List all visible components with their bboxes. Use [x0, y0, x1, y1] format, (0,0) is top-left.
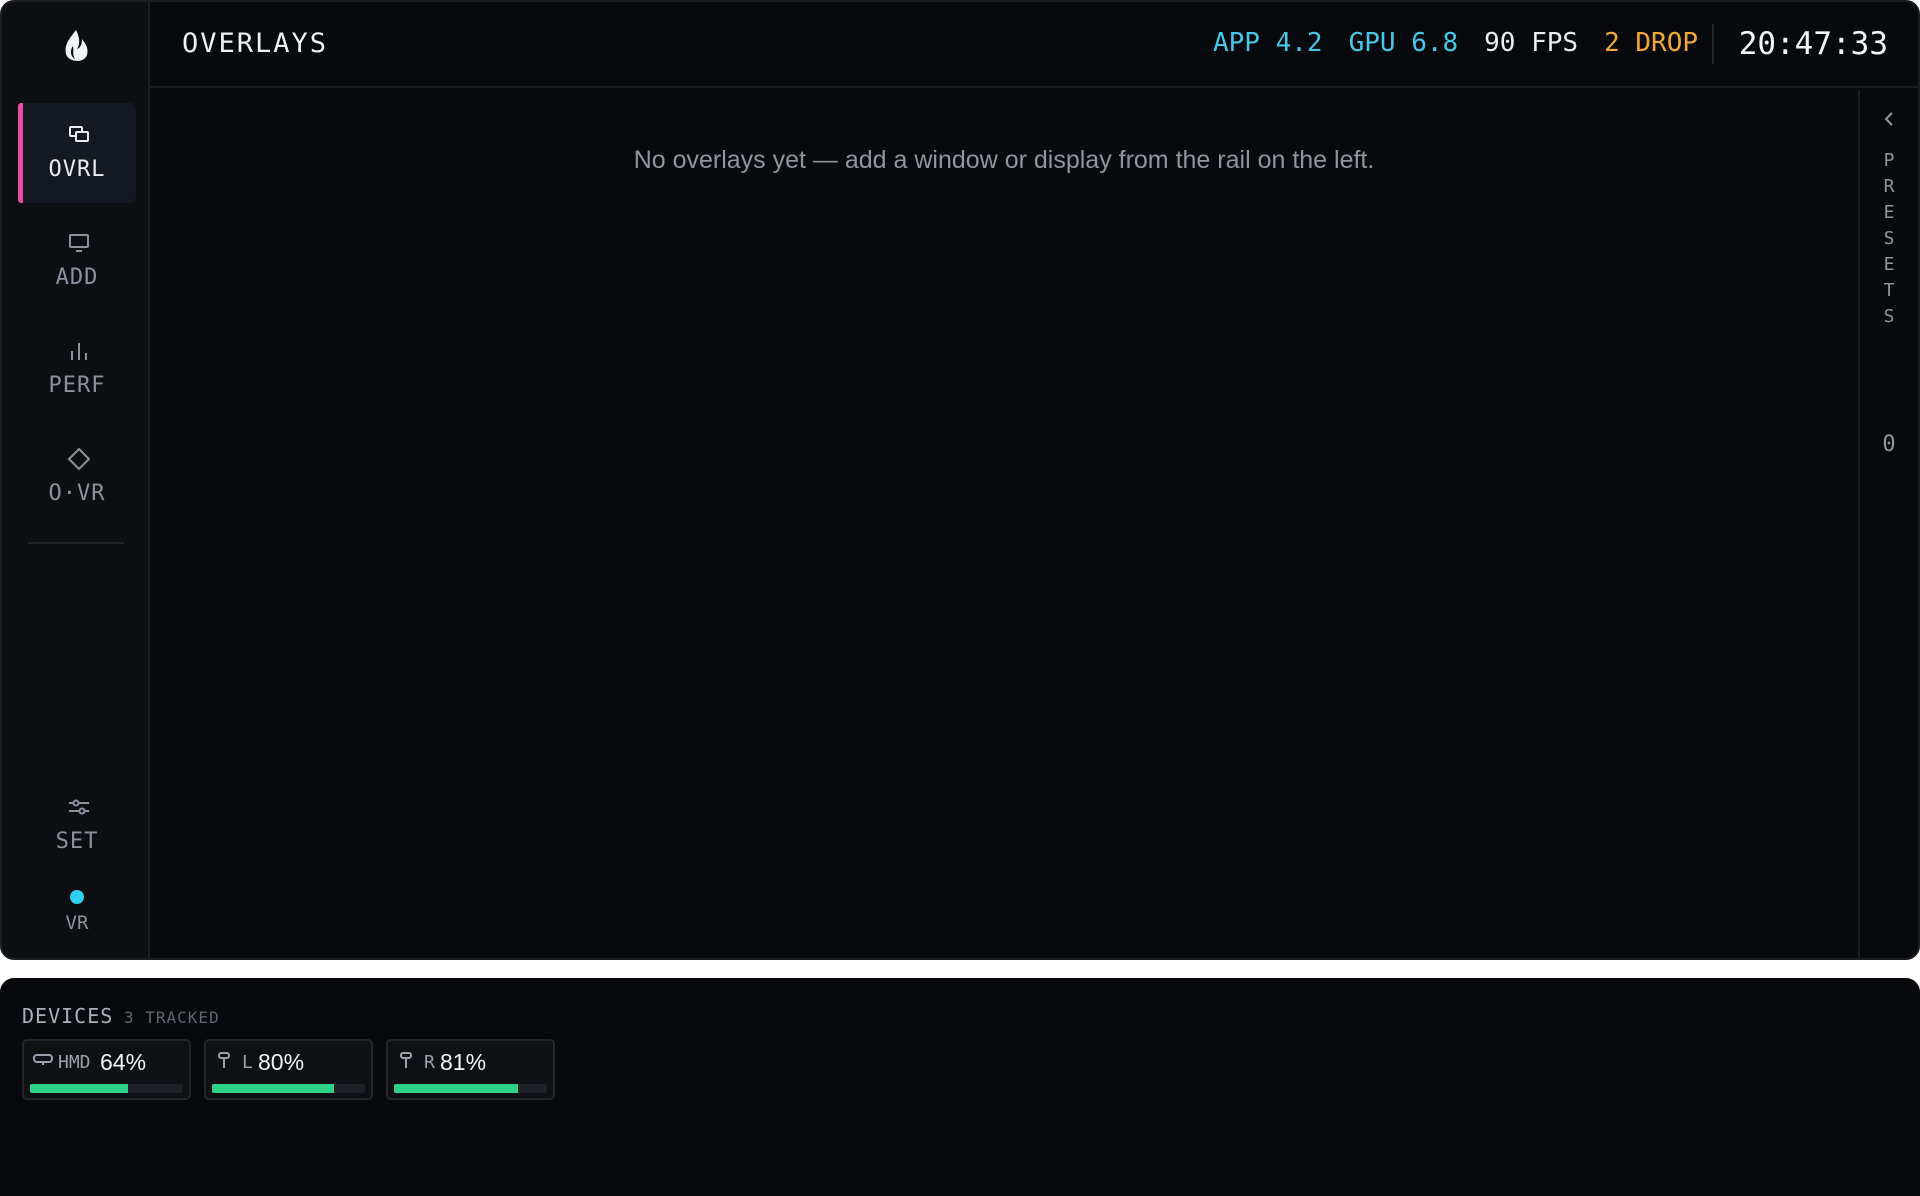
- device-card-left-controller[interactable]: L 80%: [204, 1039, 373, 1100]
- gpu-frametime: GPU 6.8: [1348, 28, 1459, 58]
- device-card-right-controller[interactable]: R 81%: [386, 1039, 555, 1100]
- battery-bar: [30, 1084, 183, 1093]
- rail-item-label: O·VR: [48, 481, 106, 506]
- controller-icon: [218, 1052, 230, 1068]
- device-card-hmd[interactable]: HMD 64%: [22, 1039, 191, 1100]
- battery-bar-fill: [394, 1084, 518, 1093]
- empty-state-message: No overlays yet — add a window or displa…: [633, 146, 1375, 174]
- top-bar: OVERLAYS APP 4.2 GPU 6.8 90 FPS 2 DROP 2…: [150, 2, 1918, 88]
- device-name: R: [424, 1052, 435, 1073]
- app-frametime: APP 4.2: [1213, 28, 1323, 58]
- rail-item-perf[interactable]: PERF: [18, 319, 136, 419]
- page-title: OVERLAYS: [182, 28, 329, 59]
- battery-bar: [394, 1084, 547, 1093]
- device-battery: 80%: [258, 1049, 305, 1075]
- overlays-icon: [69, 126, 89, 142]
- rail-item-openvr[interactable]: O·VR: [18, 427, 136, 527]
- devices-tracked-count: 3 TRACKED: [124, 1008, 220, 1027]
- headset-icon: [33, 1054, 53, 1065]
- flame-logo-icon: [65, 30, 88, 61]
- rail-item-label: PERF: [48, 373, 106, 398]
- performance-stats: APP 4.2 GPU 6.8 90 FPS 2 DROP: [1213, 28, 1698, 58]
- device-name: HMD: [58, 1052, 91, 1073]
- devices-title: DEVICES: [22, 1004, 114, 1028]
- rail-item-label: ADD: [55, 265, 99, 290]
- presets-drawer-toggle[interactable]: PRESETS 0: [1858, 90, 1918, 958]
- device-name: L: [242, 1052, 253, 1073]
- dropped-frames: 2 DROP: [1604, 28, 1698, 58]
- battery-bar-fill: [212, 1084, 335, 1093]
- rail-item-label: SET: [55, 829, 99, 854]
- monitor-icon: [69, 234, 89, 252]
- vr-status-dot: [70, 890, 84, 904]
- rail-item-overlays[interactable]: OVRL: [18, 103, 136, 203]
- rail-divider: [28, 542, 124, 544]
- main-window: OVRL ADD PERF O·VR SET VR OVERLAYS APP 4…: [0, 0, 1920, 960]
- presets-count: 0: [1882, 432, 1896, 457]
- overlay-canvas: No overlays yet — add a window or displa…: [150, 90, 1858, 958]
- devices-panel: DEVICES 3 TRACKED HMD 64% L 80% R 81%: [0, 978, 1920, 1196]
- navigation-rail: OVRL ADD PERF O·VR SET VR: [2, 2, 150, 958]
- fps-counter: 90 FPS: [1484, 28, 1579, 58]
- diamond-icon: [67, 447, 91, 471]
- clock: 20:47:33: [1738, 26, 1888, 62]
- battery-bar-fill: [30, 1084, 128, 1093]
- vr-status-indicator: VR: [18, 882, 136, 942]
- presets-label: PRESETS: [1883, 150, 1895, 327]
- vr-status-label: VR: [65, 912, 89, 934]
- rail-item-label: OVRL: [48, 157, 106, 182]
- sliders-icon: [69, 799, 89, 815]
- header-divider: [1712, 24, 1714, 64]
- bar-chart-icon: [71, 343, 87, 360]
- rail-item-add[interactable]: ADD: [18, 211, 136, 311]
- battery-bar: [212, 1084, 365, 1093]
- device-battery: 64%: [100, 1049, 147, 1075]
- rail-item-settings[interactable]: SET: [18, 775, 136, 875]
- chevron-left-icon: [1884, 112, 1893, 126]
- device-battery: 81%: [440, 1049, 487, 1075]
- controller-icon: [400, 1052, 412, 1068]
